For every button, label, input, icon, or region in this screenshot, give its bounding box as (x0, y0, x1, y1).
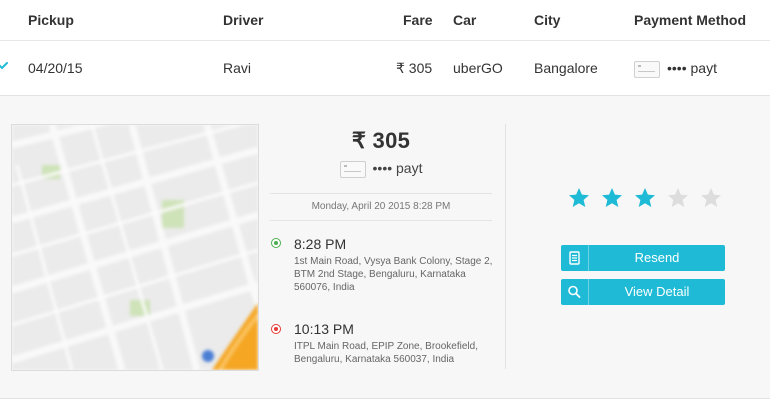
pickup-time: 8:28 PM (294, 236, 347, 252)
detail-payment-label: •••• payt (372, 160, 423, 176)
credit-card-icon (634, 60, 660, 78)
cell-pickup-date: 04/20/15 (28, 60, 83, 76)
trip-detail-panel: ₹ 305 •••• payt Monday, April 20 2015 8:… (0, 96, 770, 399)
header-fare[interactable]: Fare (403, 0, 433, 40)
detail-fare: ₹ 305 (351, 128, 411, 153)
trip-map[interactable] (11, 124, 259, 371)
trip-datetime: Monday, April 20 2015 8:28 PM (270, 193, 492, 221)
header-payment-method[interactable]: Payment Method (634, 0, 746, 40)
dropoff-time: 10:13 PM (294, 321, 354, 337)
header-car[interactable]: Car (453, 0, 476, 40)
cell-payment: •••• payt (634, 41, 717, 95)
pickup-address: 1st Main Road, Vysya Bank Colony, Stage … (294, 256, 493, 293)
resend-button[interactable]: Resend (561, 245, 725, 271)
cell-city: Bangalore (534, 60, 598, 76)
star-icon[interactable] (667, 187, 689, 209)
table-header: Pickup Driver Fare Car City Payment Meth… (0, 0, 770, 41)
document-icon (561, 245, 589, 271)
star-icon[interactable] (700, 187, 722, 209)
star-icon[interactable] (634, 187, 656, 209)
resend-label: Resend (634, 250, 680, 265)
table-row[interactable]: 04/20/15 Ravi ₹ 305 uberGO Bangalore •••… (0, 41, 770, 96)
header-driver[interactable]: Driver (223, 0, 263, 40)
search-icon (561, 279, 589, 305)
star-icon[interactable] (568, 187, 590, 209)
view-detail-label: View Detail (624, 284, 690, 299)
header-city[interactable]: City (534, 0, 560, 40)
cell-driver: Ravi (223, 60, 252, 76)
chevron-down-icon[interactable] (0, 59, 9, 73)
credit-card-icon (339, 160, 366, 178)
divider (505, 124, 506, 369)
pickup-dot-icon (271, 238, 281, 248)
cell-car: uberGO (453, 60, 503, 76)
star-icon[interactable] (601, 187, 623, 209)
dropoff-address: ITPL Main Road, EPIP Zone, Brookefield, … (294, 341, 478, 365)
detail-payment: •••• payt (270, 160, 492, 178)
cell-fare: ₹ 305 (396, 60, 433, 76)
dropoff-dot-icon (271, 324, 281, 334)
header-pickup[interactable]: Pickup (28, 0, 74, 40)
cell-payment-label: •••• payt (667, 60, 717, 76)
view-detail-button[interactable]: View Detail (561, 279, 725, 305)
